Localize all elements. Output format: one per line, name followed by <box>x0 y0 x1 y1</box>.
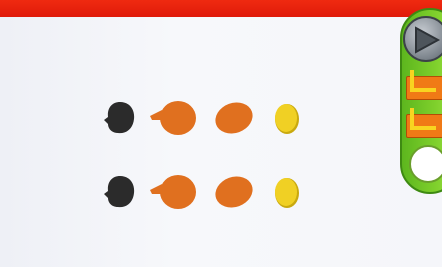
slot-marker-icon <box>410 108 436 130</box>
play-icon <box>415 26 441 54</box>
top-bar <box>0 0 442 17</box>
dark-blob-piece[interactable] <box>102 100 136 136</box>
play-button[interactable] <box>403 16 442 62</box>
yellow-oval-piece[interactable] <box>272 102 302 136</box>
sequence-row-1 <box>100 94 310 144</box>
yellow-oval-piece[interactable] <box>272 176 302 210</box>
orange-oval-piece[interactable] <box>214 174 254 210</box>
dark-blob-piece[interactable] <box>102 174 136 210</box>
slot-marker-icon <box>410 70 436 92</box>
orange-drop-piece[interactable] <box>148 172 200 212</box>
orange-drop-piece[interactable] <box>148 98 200 138</box>
orange-oval-piece[interactable] <box>214 100 254 136</box>
white-circle-button[interactable] <box>409 145 442 183</box>
sequence-row-2 <box>100 168 310 218</box>
